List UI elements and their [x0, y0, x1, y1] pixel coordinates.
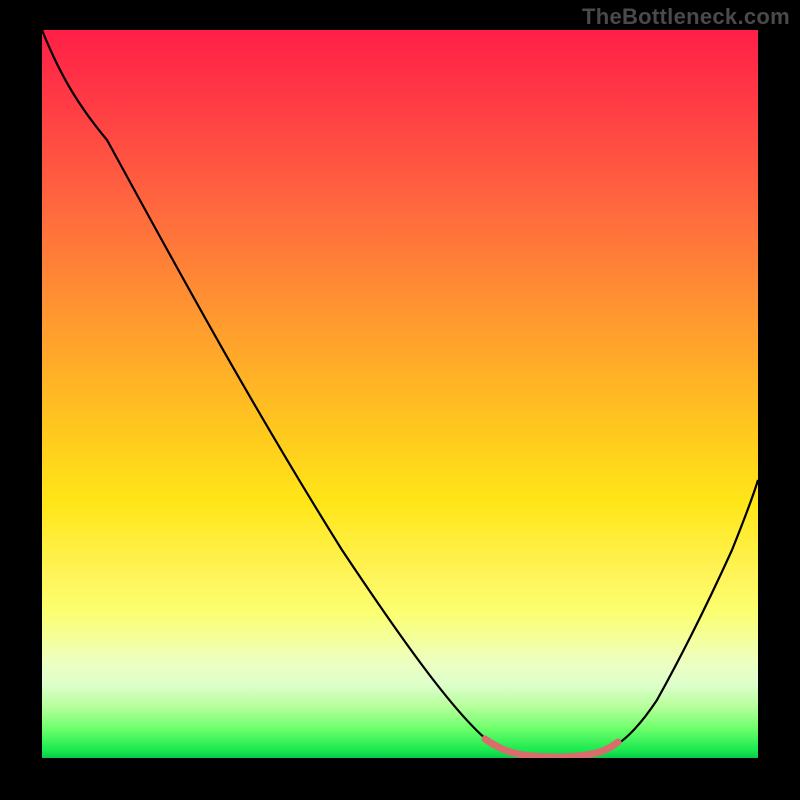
plot-area: [42, 30, 758, 758]
watermark-text: TheBottleneck.com: [582, 4, 790, 30]
chart-container: TheBottleneck.com: [0, 0, 800, 800]
curve-svg: [42, 30, 758, 758]
bottleneck-curve: [42, 30, 758, 757]
bottleneck-highlight: [485, 739, 618, 757]
